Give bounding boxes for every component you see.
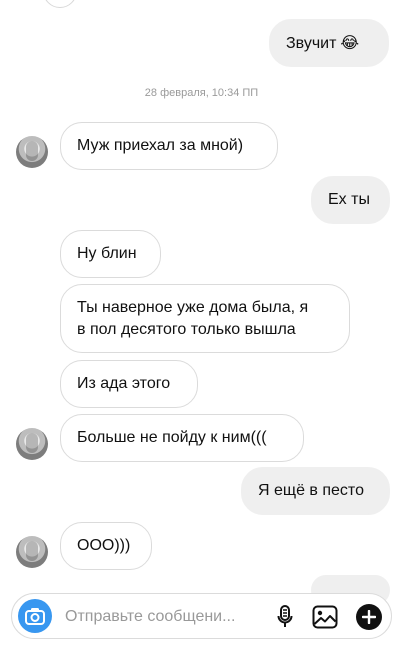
plus-icon [362, 610, 376, 624]
message-timestamp: 28 февраля, 10:34 ПП [144, 87, 259, 99]
message-text: Я ещё в песто [258, 482, 364, 499]
message-bubble-incoming[interactable]: Из ада этого [60, 360, 198, 408]
message-input[interactable] [65, 606, 265, 628]
message-bubble-outgoing[interactable]: Звучит 😂 [269, 19, 389, 67]
message-text: Ну блин [77, 245, 137, 262]
message-text: Из ада этого [77, 375, 171, 392]
image-icon [312, 605, 338, 629]
message-bubble-outgoing[interactable]: Я ещё в песто [241, 467, 390, 515]
message-bubble-incoming[interactable]: Больше не пойду к ним((( [60, 414, 304, 462]
avatar[interactable] [16, 536, 48, 568]
message-text: Звучит [286, 35, 337, 52]
camera-button[interactable] [18, 599, 52, 633]
message-bubble-incoming[interactable]: Ты наверное уже дома была, я в пол десят… [60, 284, 350, 353]
more-options-button[interactable] [356, 604, 382, 630]
message-bubble-incoming[interactable]: Муж приехал за мной) [60, 122, 278, 170]
message-bubble-outgoing[interactable]: Ех ты [311, 176, 390, 224]
voice-message-button[interactable] [272, 604, 298, 630]
microphone-icon [277, 605, 293, 627]
profile-circle-fragment [43, 0, 77, 8]
avatar[interactable] [16, 136, 48, 168]
avatar[interactable] [16, 428, 48, 460]
message-text: Ех ты [328, 191, 370, 208]
message-text: Муж приехал за мной) [77, 137, 244, 154]
message-bubble-incoming[interactable]: ООО))) [60, 522, 152, 570]
camera-icon [25, 608, 45, 625]
message-text: Больше не пойду к ним((( [77, 429, 267, 446]
message-text-line: в пол десятого только вышла [77, 321, 296, 338]
message-text-line: Ты наверное уже дома была, я [77, 299, 309, 316]
gallery-button[interactable] [312, 604, 338, 630]
message-bubble-incoming[interactable]: Ну блин [60, 230, 161, 278]
message-text: ООО))) [77, 537, 131, 554]
laughing-emoji-icon: 😂 [340, 33, 360, 52]
top-bar-partial [0, 0, 403, 16]
message-composer [11, 593, 392, 639]
